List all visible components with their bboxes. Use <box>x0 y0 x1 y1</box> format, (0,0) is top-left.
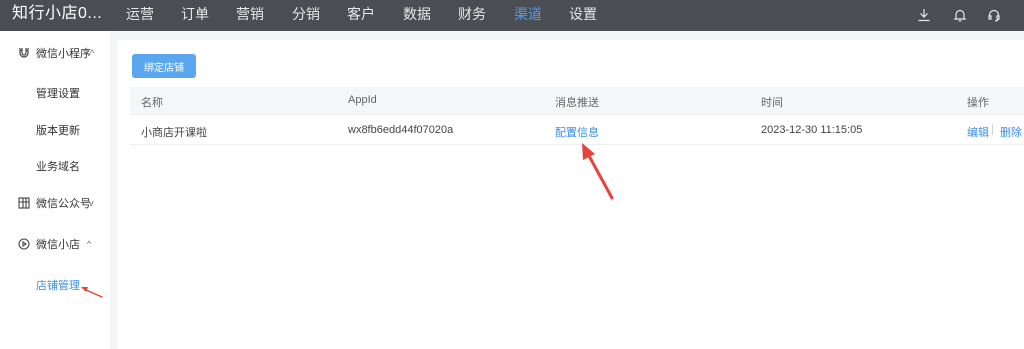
header-time: 时间 <box>761 97 783 109</box>
action-divider <box>992 124 993 135</box>
cell-store-name: 小商店开课啦 <box>141 127 207 139</box>
nav-channels[interactable]: 渠道 <box>514 4 542 24</box>
cell-time: 2023-12-30 11:15:05 <box>761 124 863 136</box>
sidebar-group-mini-program[interactable]: 微信小程序 ^ <box>0 41 110 65</box>
cell-appid: wx8fb6edd44f07020a <box>348 124 454 136</box>
nav-orders[interactable]: 订单 <box>181 4 209 24</box>
table-row: 小商店开课啦 wx8fb6edd44f07020a 配置信息 2023-12-3… <box>130 115 1024 145</box>
sidebar-group-wechat-store[interactable]: 微信小店 ^ <box>0 232 110 256</box>
delete-link[interactable]: 删除 <box>1000 124 1022 140</box>
nav-operations[interactable]: 运营 <box>126 4 154 24</box>
store-name[interactable]: 知行小店0... <box>12 4 102 24</box>
sidebar-item-store-management[interactable]: 店铺管理 <box>36 277 80 293</box>
headset-icon[interactable] <box>985 6 1003 24</box>
edit-link[interactable]: 编辑 <box>967 124 989 140</box>
bell-icon[interactable] <box>951 6 969 24</box>
sidebar-group-label: 微信小程序 <box>36 48 91 60</box>
bind-store-button[interactable]: 绑定店铺 <box>132 54 196 78</box>
grid-icon <box>18 197 30 209</box>
sidebar-item-version-update[interactable]: 版本更新 <box>36 122 80 138</box>
chevron-down-icon: v <box>89 198 94 208</box>
magnet-icon <box>18 47 30 59</box>
nav-data[interactable]: 数据 <box>403 4 431 24</box>
main-panel: 绑定店铺 名称 AppId 消息推送 时间 操作 小商店开课啦 wx8fb6ed… <box>117 40 1024 349</box>
nav-distribution[interactable]: 分销 <box>292 4 320 24</box>
header-message-push: 消息推送 <box>555 97 599 109</box>
sidebar-group-label: 微信小店 <box>36 239 80 251</box>
nav-settings[interactable]: 设置 <box>569 4 597 24</box>
header-actions: 操作 <box>967 97 989 109</box>
header-appid: AppId <box>348 94 377 106</box>
sidebar: 微信小程序 ^ 管理设置 版本更新 业务域名 微信公众号 v 微信小店 ^ 店铺… <box>0 31 110 349</box>
top-navigation-bar: 知行小店0... 运营 订单 营销 分销 客户 数据 财务 渠道 设置 <box>0 0 1024 31</box>
download-icon[interactable] <box>915 6 933 24</box>
sidebar-group-label: 微信公众号 <box>36 198 91 210</box>
nav-marketing[interactable]: 营销 <box>236 4 264 24</box>
sidebar-item-management-settings[interactable]: 管理设置 <box>36 85 80 101</box>
sidebar-group-official-account[interactable]: 微信公众号 v <box>0 191 110 215</box>
sidebar-item-business-domain[interactable]: 业务域名 <box>36 158 80 174</box>
nav-customers[interactable]: 客户 <box>347 4 375 24</box>
chevron-up-icon: ^ <box>87 239 92 249</box>
config-info-link[interactable]: 配置信息 <box>555 124 599 140</box>
chevron-up-icon: ^ <box>90 48 95 58</box>
nav-finance[interactable]: 财务 <box>458 4 486 24</box>
table-header: 名称 AppId 消息推送 时间 操作 <box>130 87 1024 115</box>
play-circle-icon <box>18 238 30 250</box>
header-name: 名称 <box>141 97 163 109</box>
